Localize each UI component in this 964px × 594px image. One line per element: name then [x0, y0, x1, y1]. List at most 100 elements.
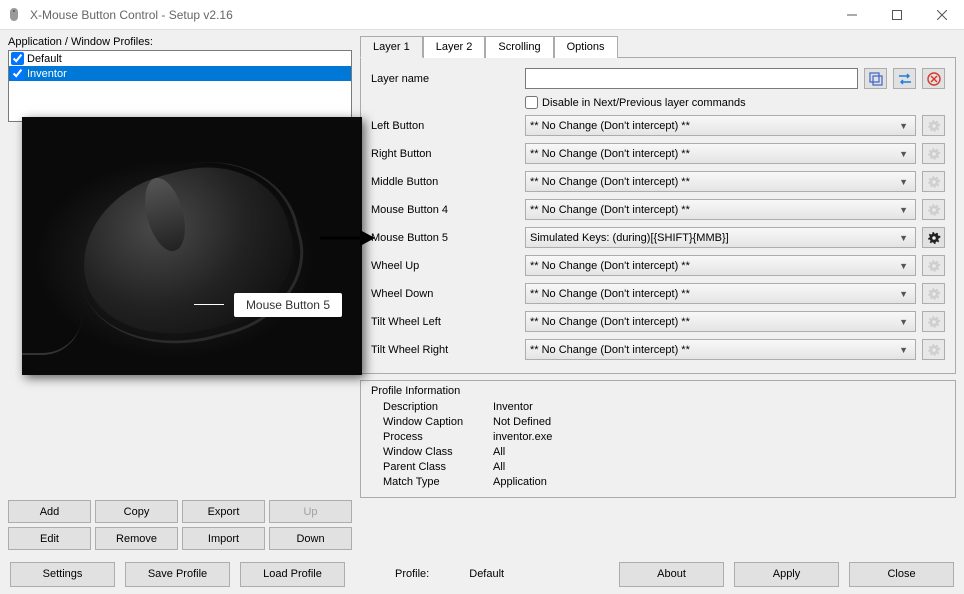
info-value: Application — [493, 476, 547, 488]
import-button[interactable]: Import — [182, 527, 265, 550]
up-button[interactable]: Up — [269, 500, 352, 523]
info-label: Process — [371, 431, 493, 443]
export-button[interactable]: Export — [182, 500, 265, 523]
bottom-bar: Settings Save Profile Load Profile Profi… — [0, 554, 964, 594]
button-label: Middle Button — [371, 176, 519, 188]
info-value: Not Defined — [493, 416, 551, 428]
button-row: Right Button** No Change (Don't intercep… — [371, 143, 945, 164]
main-window: X-Mouse Button Control - Setup v2.16 App… — [0, 0, 964, 594]
edit-button[interactable]: Edit — [8, 527, 91, 550]
titlebar-text: X-Mouse Button Control - Setup v2.16 — [30, 8, 829, 22]
button-row: Middle Button ** No Change (Don't interce… — [371, 171, 945, 192]
button-combo[interactable]: ** No Change (Don't intercept) ** ▼ — [525, 199, 916, 220]
left-button-grid: Add Copy Export Up Edit Remove Import Do… — [8, 500, 352, 554]
combo-value: Simulated Keys: (during)[{SHIFT}{MMB}] — [530, 232, 729, 244]
combo-value: ** No Change (Don't intercept) ** — [530, 288, 690, 300]
button-label: Wheel Down — [371, 288, 519, 300]
info-label: Parent Class — [371, 461, 493, 473]
mouse-illustration: Mouse Button 5 — [22, 117, 362, 375]
titlebar: X-Mouse Button Control - Setup v2.16 — [0, 0, 964, 30]
button-combo[interactable]: ** No Change (Don't intercept) **▼ — [525, 143, 916, 164]
chevron-down-icon: ▼ — [896, 121, 911, 131]
load-profile-button[interactable]: Load Profile — [240, 562, 345, 587]
tab-options[interactable]: Options — [554, 36, 618, 58]
info-value: Inventor — [493, 401, 533, 413]
settings-button[interactable]: Settings — [10, 562, 115, 587]
button-combo[interactable]: ** No Change (Don't intercept) ** ▼ — [525, 339, 916, 360]
profile-row[interactable]: Inventor — [9, 66, 351, 81]
profile-list[interactable]: Default Inventor — [8, 50, 352, 122]
minimize-button[interactable] — [829, 0, 874, 30]
app-icon — [8, 7, 24, 23]
tab-layer-1[interactable]: Layer 1 — [360, 36, 423, 58]
button-label: Mouse Button 5 — [371, 232, 519, 244]
profiles-label: Application / Window Profiles: — [8, 36, 352, 48]
chevron-down-icon: ▼ — [896, 149, 911, 159]
info-value: All — [493, 446, 505, 458]
copy-button[interactable]: Copy — [95, 500, 178, 523]
remove-button[interactable]: Remove — [95, 527, 178, 550]
gear-icon — [922, 171, 945, 192]
close-app-button[interactable]: Close — [849, 562, 954, 587]
profile-name: Inventor — [27, 68, 67, 80]
disable-label: Disable in Next/Previous layer commands — [542, 97, 746, 109]
save-profile-button[interactable]: Save Profile — [125, 562, 230, 587]
profile-name: Default — [27, 53, 62, 65]
tab-strip: Layer 1Layer 2ScrollingOptions — [360, 36, 956, 58]
apply-button[interactable]: Apply — [734, 562, 839, 587]
down-button[interactable]: Down — [269, 527, 352, 550]
gear-icon — [922, 199, 945, 220]
tab-scrolling[interactable]: Scrolling — [485, 36, 553, 58]
gear-icon — [922, 311, 945, 332]
info-row: DescriptionInventor — [371, 401, 945, 413]
button-row: Tilt Wheel Left ** No Change (Don't inter… — [371, 311, 945, 332]
maximize-button[interactable] — [874, 0, 919, 30]
gear-icon[interactable] — [922, 227, 945, 248]
gear-icon — [922, 283, 945, 304]
layer-name-input[interactable] — [525, 68, 858, 89]
button-combo[interactable]: ** No Change (Don't intercept) ** ▼ — [525, 115, 916, 136]
combo-value: ** No Change (Don't intercept) ** — [530, 344, 690, 356]
info-label: Description — [371, 401, 493, 413]
profile-checkbox[interactable] — [11, 67, 24, 80]
disable-checkbox[interactable] — [525, 96, 538, 109]
info-value: inventor.exe — [493, 431, 552, 443]
swap-layer-icon[interactable] — [893, 68, 916, 89]
right-panel: Layer 1Layer 2ScrollingOptions Layer nam… — [360, 36, 956, 554]
chevron-down-icon: ▼ — [896, 205, 911, 215]
about-button[interactable]: About — [619, 562, 724, 587]
info-label: Window Class — [371, 446, 493, 458]
gear-icon — [922, 255, 945, 276]
chevron-down-icon: ▼ — [896, 345, 911, 355]
profile-row[interactable]: Default — [9, 51, 351, 66]
copy-layer-icon[interactable] — [864, 68, 887, 89]
delete-layer-icon[interactable] — [922, 68, 945, 89]
combo-value: ** No Change (Don't intercept) ** — [530, 204, 690, 216]
button-combo[interactable]: ** No Change (Don't intercept) **▼ — [525, 255, 916, 276]
button-combo[interactable]: ** No Change (Don't intercept) **▼ — [525, 171, 916, 192]
close-button[interactable] — [919, 0, 964, 30]
chevron-down-icon: ▼ — [896, 289, 911, 299]
button-combo[interactable]: ** No Change (Don't intercept) ** ▼ — [525, 283, 916, 304]
tab-body: Layer name Disable in Next/Previous laye… — [360, 58, 956, 374]
combo-value: ** No Change (Don't intercept) ** — [530, 120, 690, 132]
layer-name-row: Layer name — [371, 68, 945, 89]
info-row: Processinventor.exe — [371, 431, 945, 443]
button-combo[interactable]: ** No Change (Don't intercept) **▼ — [525, 311, 916, 332]
tab-layer-2[interactable]: Layer 2 — [423, 36, 486, 58]
profile-value: Default — [469, 568, 504, 580]
layer-name-label: Layer name — [371, 73, 519, 85]
button-label: Tilt Wheel Left — [371, 316, 519, 328]
button-row: Mouse Button 5 Simulated Keys: (during)[{… — [371, 227, 945, 248]
chevron-down-icon: ▼ — [896, 317, 911, 327]
button-row: Mouse Button 4** No Change (Don't interc… — [371, 199, 945, 220]
info-label: Window Caption — [371, 416, 493, 428]
profile-checkbox[interactable] — [11, 52, 24, 65]
add-button[interactable]: Add — [8, 500, 91, 523]
button-combo[interactable]: Simulated Keys: (during)[{SHIFT}{MMB}]▼ — [525, 227, 916, 248]
gear-icon — [922, 339, 945, 360]
window-controls — [829, 0, 964, 29]
chevron-down-icon: ▼ — [896, 177, 911, 187]
gear-icon — [922, 115, 945, 136]
gear-icon — [922, 143, 945, 164]
